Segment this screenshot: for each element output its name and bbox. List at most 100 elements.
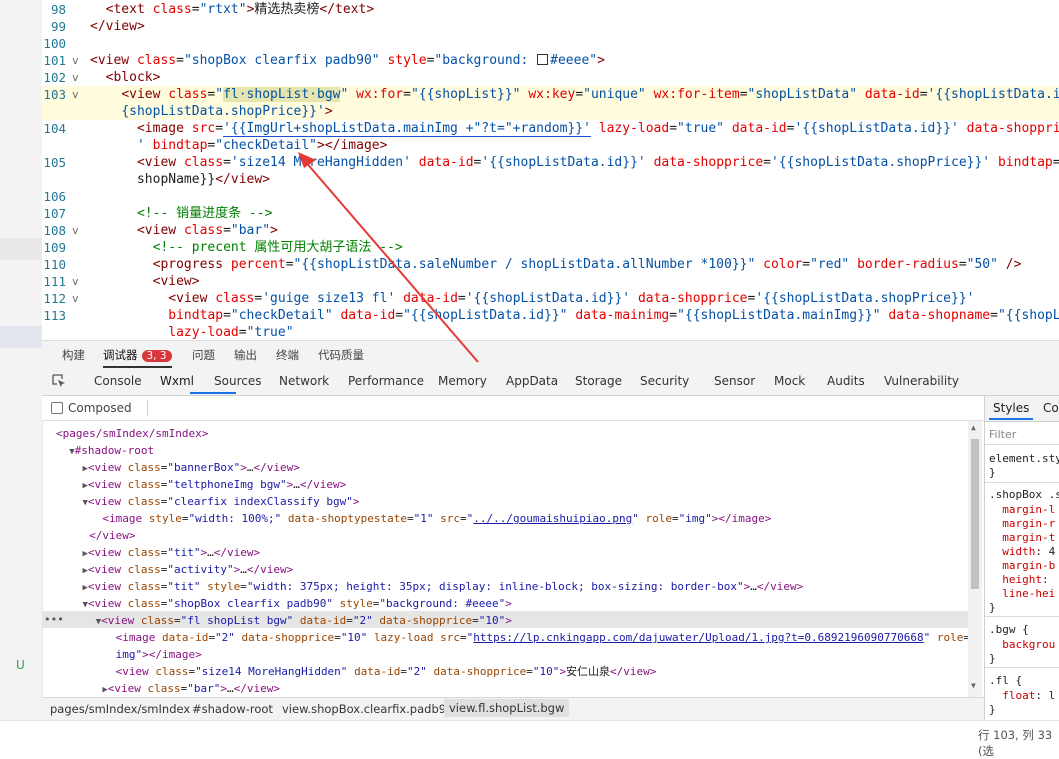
fold-chevron-icon[interactable]: v xyxy=(72,290,79,307)
tab-output[interactable]: 输出 xyxy=(234,347,257,363)
style-rule-line[interactable]: margin-l xyxy=(989,503,1055,517)
code-line[interactable]: 111 v <view> xyxy=(42,273,1059,290)
devtab-sources[interactable]: Sources xyxy=(214,374,261,388)
style-rule-line[interactable]: margin-b xyxy=(989,559,1055,573)
tree-node[interactable]: <pages/smIndex/smIndex> xyxy=(56,425,208,442)
code-line[interactable]: 103 v <view class="fl·shopList·bgw" wx:fo… xyxy=(42,86,1059,103)
code-line[interactable]: 102 v <block> xyxy=(42,69,1059,86)
devtab-console[interactable]: Console xyxy=(94,374,142,388)
inspect-element-icon[interactable] xyxy=(52,374,66,388)
devtab-vulnerability[interactable]: Vulnerability xyxy=(884,374,959,388)
tab-problems[interactable]: 问题 xyxy=(192,347,215,363)
sidebar-band xyxy=(0,238,42,260)
tree-node[interactable]: <image style="width: 100%;" data-shoptyp… xyxy=(56,510,771,527)
devtab-audits[interactable]: Audits xyxy=(827,374,865,388)
devtab-mock[interactable]: Mock xyxy=(774,374,805,388)
code-line[interactable]: 113 bindtap="checkDetail" data-id="{{sho… xyxy=(42,307,1059,324)
style-rule-line[interactable]: height: xyxy=(989,573,1048,587)
style-rule-line[interactable]: float: l xyxy=(989,689,1055,703)
style-rule-line[interactable]: } xyxy=(989,703,996,717)
style-rule-line[interactable]: .shopBox .s xyxy=(989,488,1059,502)
style-rule-line[interactable]: } xyxy=(989,601,996,615)
wxml-tree[interactable]: ••• <pages/smIndex/smIndex> ▼#shadow-roo… xyxy=(42,421,968,697)
style-rule-line[interactable]: element.sty xyxy=(989,452,1059,466)
tab-terminal[interactable]: 终端 xyxy=(276,347,299,363)
tab-code-quality[interactable]: 代码质量 xyxy=(318,347,364,363)
code-text: ' bindtap="checkDetail"></image> xyxy=(136,138,388,153)
code-line[interactable]: shopName}}</view> xyxy=(42,171,1059,188)
tab-styles[interactable]: Styles xyxy=(993,401,1029,415)
tab-debugger[interactable]: 调试器 3, 3 xyxy=(103,347,172,368)
style-rule-line[interactable]: margin-r xyxy=(989,517,1055,531)
style-rule-line[interactable]: line-hei xyxy=(989,587,1055,601)
code-line[interactable]: 99 </view> xyxy=(42,18,1059,35)
devtab-performance[interactable]: Performance xyxy=(348,374,424,388)
breadcrumb-item[interactable]: #shadow-root xyxy=(192,702,273,716)
scroll-up-icon[interactable]: ▲ xyxy=(971,423,976,432)
tree-node[interactable]: ▶<view class="tit">…</view> xyxy=(56,544,261,561)
tree-node[interactable]: ▼<view class="clearfix indexClassify bgw… xyxy=(56,493,360,510)
tree-node[interactable]: img"></image> xyxy=(56,646,202,663)
fold-chevron-icon[interactable]: v xyxy=(72,69,79,86)
fold-chevron-icon[interactable]: v xyxy=(72,222,79,239)
devtab-storage[interactable]: Storage xyxy=(575,374,622,388)
code-line[interactable]: 112 v <view class='guige size13 fl' data-… xyxy=(42,290,1059,307)
tree-node[interactable]: ▼<view class="fl shopList bgw" data-id="… xyxy=(56,612,512,629)
style-rule-line[interactable]: } xyxy=(989,652,996,666)
style-rule-line[interactable]: width: 4 xyxy=(989,545,1055,559)
fold-chevron-icon[interactable]: v xyxy=(72,52,79,69)
fold-chevron-icon[interactable]: v xyxy=(72,86,79,103)
styles-pane: Styles Co Filter element.sty} .shopBox .s… xyxy=(984,396,1059,720)
tab-build[interactable]: 构建 xyxy=(62,347,85,363)
tree-node[interactable]: ▼#shadow-root xyxy=(56,442,154,459)
toolbar-divider xyxy=(147,400,148,416)
tree-scrollbar[interactable]: ▲ ▼ xyxy=(968,421,982,697)
tree-node[interactable]: <view class="size14 MoreHangHidden" data… xyxy=(56,663,657,680)
tree-node[interactable]: ▶<view class="bannerBox">…</view> xyxy=(56,459,300,476)
code-line[interactable]: {shopListData.shopPrice}}'> xyxy=(42,103,1059,120)
rule-divider xyxy=(985,482,1059,483)
tree-node[interactable]: ▼<view class="shopBox clearfix padb90" s… xyxy=(56,595,512,612)
breadcrumb-item[interactable]: pages/smIndex/smIndex xyxy=(50,702,190,716)
code-editor[interactable]: 98 <text class="rtxt">精选热卖榜</text> 99 </vi… xyxy=(42,0,1059,340)
code-line[interactable]: 106 xyxy=(42,188,1059,205)
styles-filter-input[interactable]: Filter xyxy=(989,428,1016,441)
fold-chevron-icon[interactable]: v xyxy=(72,273,79,290)
devtab-security[interactable]: Security xyxy=(640,374,689,388)
devtab-network[interactable]: Network xyxy=(279,374,329,388)
composed-checkbox[interactable] xyxy=(51,402,63,414)
breadcrumb-item-current[interactable]: view.fl.shopList.bgw xyxy=(444,699,570,717)
devtab-memory[interactable]: Memory xyxy=(438,374,487,388)
scroll-down-icon[interactable]: ▼ xyxy=(971,681,976,690)
code-line[interactable]: lazy-load="true" xyxy=(42,324,1059,340)
style-rule-line[interactable]: margin-t xyxy=(989,531,1055,545)
code-line[interactable]: 109 <!-- precent 属性可用大胡子语法 --> xyxy=(42,239,1059,256)
devtab-wxml[interactable]: Wxml xyxy=(160,374,194,388)
code-line[interactable]: 110 <progress percent="{{shopListData.sa… xyxy=(42,256,1059,273)
tree-node[interactable]: ▶<view class="teltphoneImg bgw">…</view> xyxy=(56,476,347,493)
code-text: shopName}}</view> xyxy=(90,172,271,187)
code-line[interactable]: 100 xyxy=(42,35,1059,52)
style-rule-line[interactable]: } xyxy=(989,466,996,480)
tree-node[interactable]: </view> xyxy=(56,527,135,544)
style-rule-line[interactable]: .bgw { xyxy=(989,623,1029,637)
tree-node[interactable]: ▶<view class="tit" style="width: 375px; … xyxy=(56,578,804,595)
tree-node[interactable]: ▶<view class="activity">…</view> xyxy=(56,561,294,578)
code-text: <view class="shopBox clearfix padb90" st… xyxy=(90,53,605,68)
devtab-sensor[interactable]: Sensor xyxy=(714,374,755,388)
code-line[interactable]: ' bindtap="checkDetail"></image> xyxy=(42,137,1059,154)
scrollbar-thumb[interactable] xyxy=(971,439,979,589)
code-line[interactable]: 108 v <view class="bar"> xyxy=(42,222,1059,239)
tree-node[interactable]: <image data-id="2" data-shopprice="10" l… xyxy=(56,629,968,646)
code-line[interactable]: 98 <text class="rtxt">精选热卖榜</text> xyxy=(42,1,1059,18)
breadcrumb-item[interactable]: view.shopBox.clearfix.padb90 xyxy=(282,702,453,716)
code-line[interactable]: 101 v <view class="shopBox clearfix padb90… xyxy=(42,52,1059,69)
code-line[interactable]: 104 <image src='{{ImgUrl+shopListData.ma… xyxy=(42,120,1059,137)
style-rule-line[interactable]: backgrou xyxy=(989,638,1055,652)
code-line[interactable]: 105 <view class='size14 MoreHangHidden' … xyxy=(42,154,1059,171)
devtab-appdata[interactable]: AppData xyxy=(506,374,558,388)
style-rule-line[interactable]: .fl { xyxy=(989,674,1022,688)
tab-computed[interactable]: Co xyxy=(1043,401,1059,415)
code-line[interactable]: 107 <!-- 销量进度条 --> xyxy=(42,205,1059,222)
tree-node[interactable]: ▶<view class="bar">…</view> xyxy=(56,680,280,697)
